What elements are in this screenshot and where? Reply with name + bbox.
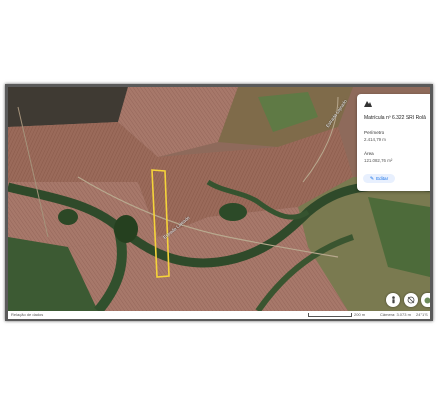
area-label: Área <box>364 151 374 156</box>
parcel-info-card: Matrícula nº 6.322 SRI Rolâ Perímetro 2.… <box>357 94 430 191</box>
globe-icon <box>424 297 430 303</box>
map-footer: Relação de dados 200 m Câmera: 3.073 m 2… <box>8 311 430 319</box>
parcel-title: Matrícula nº 6.322 SRI Rolâ <box>364 115 426 121</box>
locate-button[interactable] <box>386 293 400 307</box>
map-window: Estrada Lajeado Estrada Lajeado Matrícul… <box>5 84 433 321</box>
person-icon <box>391 296 395 304</box>
attribution-link[interactable]: Relação de dados <box>11 312 43 317</box>
edit-button-label: Editar <box>376 176 389 181</box>
satellite-map[interactable]: Estrada Lajeado Estrada Lajeado Matrícul… <box>8 87 430 311</box>
area-value: 121.082,76 m² <box>364 158 393 163</box>
pencil-icon: ✎ <box>369 175 375 182</box>
scale-label: 200 m <box>354 312 366 317</box>
layers-off-icon <box>407 296 415 304</box>
camera-altitude: Câmera: 3.073 m <box>380 312 411 317</box>
scale-bar <box>308 312 352 317</box>
scale-indicator: 200 m <box>308 312 365 317</box>
perimeter-value: 2.414,79 m <box>364 137 386 142</box>
view-mode-button[interactable] <box>421 293 430 307</box>
layers-toggle-button[interactable] <box>404 293 418 307</box>
edit-button[interactable]: ✎ Editar <box>363 174 395 183</box>
coordinates: 24°1'S <box>416 312 428 317</box>
earth-brand-icon <box>364 101 372 107</box>
perimeter-label: Perímetro <box>364 130 385 135</box>
